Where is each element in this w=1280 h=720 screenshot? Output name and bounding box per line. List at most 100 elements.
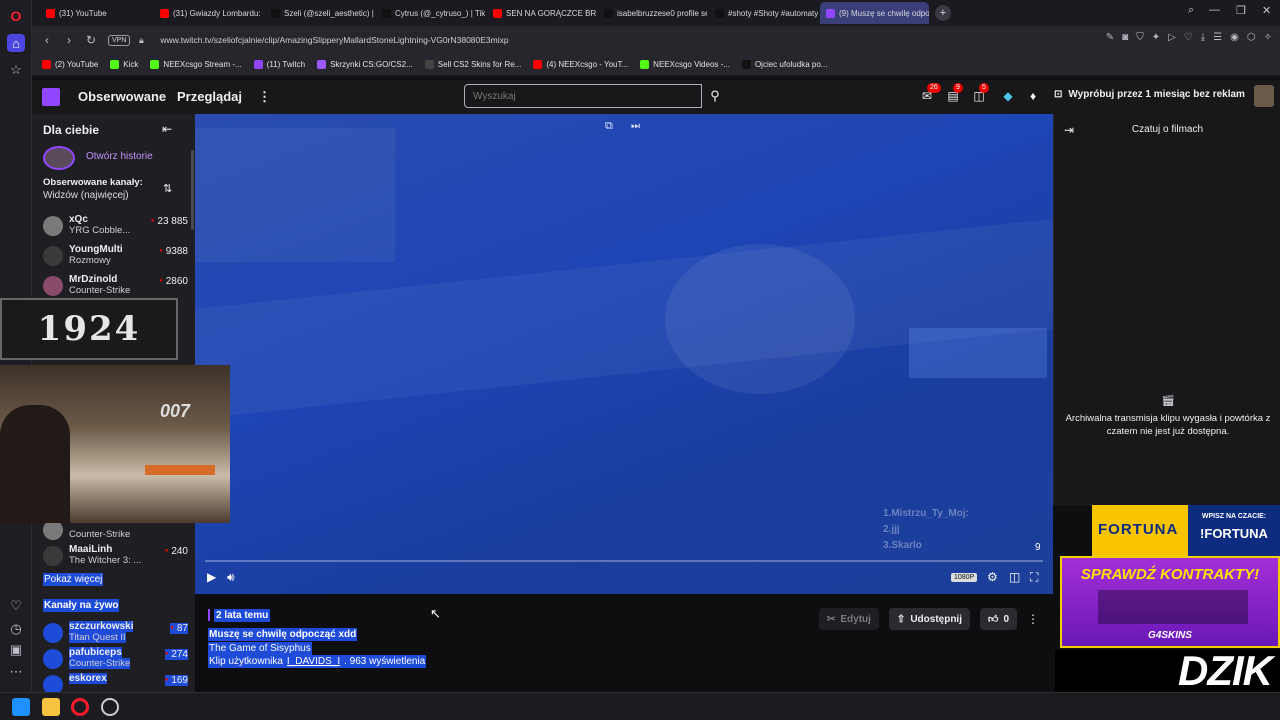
tab-7[interactable]: (9) Muszę se chwilę odpo — [820, 2, 929, 24]
close-icon[interactable]: ✕ — [1262, 4, 1271, 17]
tab-0[interactable]: (31) YouTube — [40, 2, 152, 24]
channel-row[interactable]: YoungMultiRozmowy 9388 — [43, 242, 188, 270]
open-stories-link[interactable]: Otwórz historie — [86, 151, 153, 162]
ai-icon[interactable]: ✧ — [1264, 32, 1272, 43]
tab-2[interactable]: Szeli (@szeli_aesthetic) | T — [265, 2, 374, 24]
bits-icon[interactable]: ◆ — [1000, 89, 1016, 105]
tab-6[interactable]: #shoty #Shoty #automaty — [709, 2, 818, 24]
show-more-link[interactable]: Pokaż więcej — [43, 573, 104, 586]
bookmark-label: (4) NEEXcsgo - YouT... — [546, 60, 629, 69]
notifications-icon[interactable]: ◫ 5 — [971, 83, 989, 105]
search-tabs-icon[interactable]: ⌕ — [1188, 4, 1194, 17]
lock-icon[interactable]: 🔒︎ — [130, 35, 152, 46]
heart-icon[interactable]: ♡ — [7, 597, 25, 615]
file-explorer-icon[interactable] — [42, 698, 60, 716]
address-bar-tools: ✎ ◙ ⛉ ✦ ▷ ♡ ⤓ ☰ ◉ ⬡ ✧ — [1106, 32, 1272, 43]
collapse-icon[interactable]: ⇤ — [162, 122, 172, 136]
opera-taskbar-icon[interactable] — [71, 698, 89, 716]
bookmark-4[interactable]: Skrzynki CS:GO/CS2... — [317, 60, 413, 69]
bookmark-5[interactable]: Sell CS2 Skins for Re... — [424, 60, 521, 69]
search-input[interactable] — [464, 84, 702, 108]
channel-game: Rozmowy — [69, 255, 111, 266]
edit-icon[interactable]: ✎ — [1106, 32, 1114, 43]
extension-icon[interactable]: ⬡ — [1247, 32, 1256, 43]
puzzle-icon[interactable]: ✦ — [1152, 32, 1160, 43]
bookmark-0[interactable]: (2) YouTube — [42, 60, 98, 69]
volume-icon[interactable]: 🔊︎ — [227, 570, 235, 585]
share-button[interactable]: ⇧ Udostępnij — [888, 608, 970, 630]
nav-followed[interactable]: Obserwowane — [78, 89, 166, 104]
sort-icon[interactable]: ⇅ — [163, 182, 172, 195]
camera-icon[interactable]: ◙ — [1122, 32, 1128, 43]
menu-icon[interactable]: ☰ — [1213, 32, 1222, 43]
sidebar-scrollbar[interactable] — [191, 150, 194, 230]
theatre-mode-icon[interactable]: ◫ — [1009, 570, 1020, 584]
package-icon[interactable]: ▣ — [7, 641, 25, 659]
maximize-icon[interactable]: ❐ — [1236, 4, 1246, 17]
prime-label: Wypróbuj przez 1 miesiąc bez reklam — [1068, 89, 1245, 100]
clip-icon[interactable]: ⧉ — [605, 120, 613, 133]
minimize-icon[interactable]: — — [1209, 4, 1220, 16]
tab-1[interactable]: (31) Gwiazdy Lombardu: C — [154, 2, 263, 24]
score-line: 1.Mistrzu_Ty_Moj: — [883, 508, 969, 519]
channel-row[interactable]: pafubicepsCounter-Strike 274 — [43, 645, 188, 673]
clip-author[interactable]: I_DAVIDS_I — [287, 656, 340, 667]
twitch-logo-icon[interactable] — [42, 88, 60, 106]
opera-logo-icon[interactable]: O — [7, 7, 25, 25]
like-button[interactable]: 👍︎ 0 — [979, 608, 1017, 630]
windows-start-icon[interactable] — [12, 698, 30, 716]
whispers-icon[interactable]: ▤ 9 — [945, 83, 963, 105]
crown-icon[interactable]: ♦ — [1025, 89, 1041, 105]
nav-browse[interactable]: Przeglądaj — [177, 89, 242, 104]
story-avatar[interactable] — [43, 146, 75, 170]
prime-button[interactable]: ⊡ Wypróbuj przez 1 miesiąc bez reklam — [1054, 89, 1245, 100]
forward-icon[interactable]: › — [58, 33, 80, 47]
tab-3[interactable]: Cytrus (@_cytruso_) | TikTo — [376, 2, 485, 24]
new-tab-button[interactable]: + — [935, 5, 951, 21]
search-icon[interactable]: ⚲ — [703, 84, 727, 108]
tab-4[interactable]: SEN NA GORĄCZCE BRAC — [487, 2, 596, 24]
fullscreen-icon[interactable]: ⛶ — [1030, 570, 1038, 585]
video-player[interactable]: ⧉ ⏭ 1.Mistrzu_Ty_Moj: 2.jjj 3.Skarlo 9 ▶ 🔊… — [195, 114, 1053, 594]
url-field[interactable]: www.twitch.tv/szeliofcjalnie/clip/Amazin… — [160, 35, 508, 45]
shield-icon[interactable]: ⛉ — [1136, 32, 1144, 43]
channel-row[interactable]: xQcYRG Cobble... 23 885 — [43, 212, 188, 240]
more-icon[interactable]: ⋯ — [7, 663, 25, 681]
bookmark-2[interactable]: NEEXcsgo Stream -... — [150, 60, 242, 69]
bookmark-8[interactable]: Ojciec ufoludka po... — [741, 60, 828, 69]
bookmark-1[interactable]: Kick — [110, 60, 138, 69]
profile-icon[interactable]: ◉ — [1230, 32, 1239, 43]
channel-row[interactable]: MaaiLinhThe Witcher 3: ... 240 — [43, 542, 188, 570]
history-icon[interactable]: ◷ — [7, 620, 25, 638]
bookmark-label: Ojciec ufoludka po... — [754, 60, 828, 69]
skip-icon[interactable]: ⏭ — [631, 121, 640, 132]
chat-title: Czatuj o filmach — [1131, 124, 1204, 135]
play-icon[interactable]: ▶ — [207, 570, 216, 584]
heart-icon[interactable]: ♡ — [1184, 32, 1193, 43]
bookmark-7[interactable]: NEEXcsgo Videos -... — [640, 60, 730, 69]
home-icon[interactable]: ⌂ — [7, 34, 25, 52]
clip-game[interactable]: The Game of Sisyphus — [208, 642, 312, 655]
tab-5[interactable]: isabelbruzzese0 profile se — [598, 2, 707, 24]
fortuna-cta-text: !FORTUNA — [1200, 526, 1268, 541]
whispers-badge: 9 — [953, 83, 963, 93]
download-icon[interactable]: ⤓ — [1201, 32, 1205, 43]
back-icon[interactable]: ‹ — [36, 33, 58, 47]
twitch-top-nav: Obserwowane Przeglądaj ⋮ ⚲ ✉26 ▤9 ◫5 ◆ ♦… — [32, 80, 1280, 114]
reload-icon[interactable]: ↻ — [80, 33, 102, 47]
bookmark-3[interactable]: (11) Twitch — [253, 60, 305, 69]
more-options-icon[interactable]: ⋮ — [1027, 612, 1039, 626]
inbox-icon[interactable]: ✉ 26 — [919, 83, 941, 105]
star-icon[interactable]: ☆ — [7, 61, 25, 79]
channel-row[interactable]: MrDzinoldCounter-Strike 2860 — [43, 272, 188, 300]
steam-icon[interactable] — [101, 698, 119, 716]
vpn-badge[interactable]: VPN — [108, 34, 131, 46]
play-icon[interactable]: ▷ — [1168, 32, 1176, 43]
channel-row[interactable]: szczurkowskiTitan Quest II 87 — [43, 619, 188, 647]
avatar[interactable] — [1254, 85, 1274, 107]
progress-bar[interactable] — [205, 560, 1043, 562]
edit-button[interactable]: ✂ Edytuj — [818, 608, 879, 630]
settings-icon[interactable]: ⚙ — [987, 570, 998, 584]
bookmark-6[interactable]: (4) NEEXcsgo - YouT... — [533, 60, 628, 69]
nav-more-icon[interactable]: ⋮ — [258, 89, 271, 105]
